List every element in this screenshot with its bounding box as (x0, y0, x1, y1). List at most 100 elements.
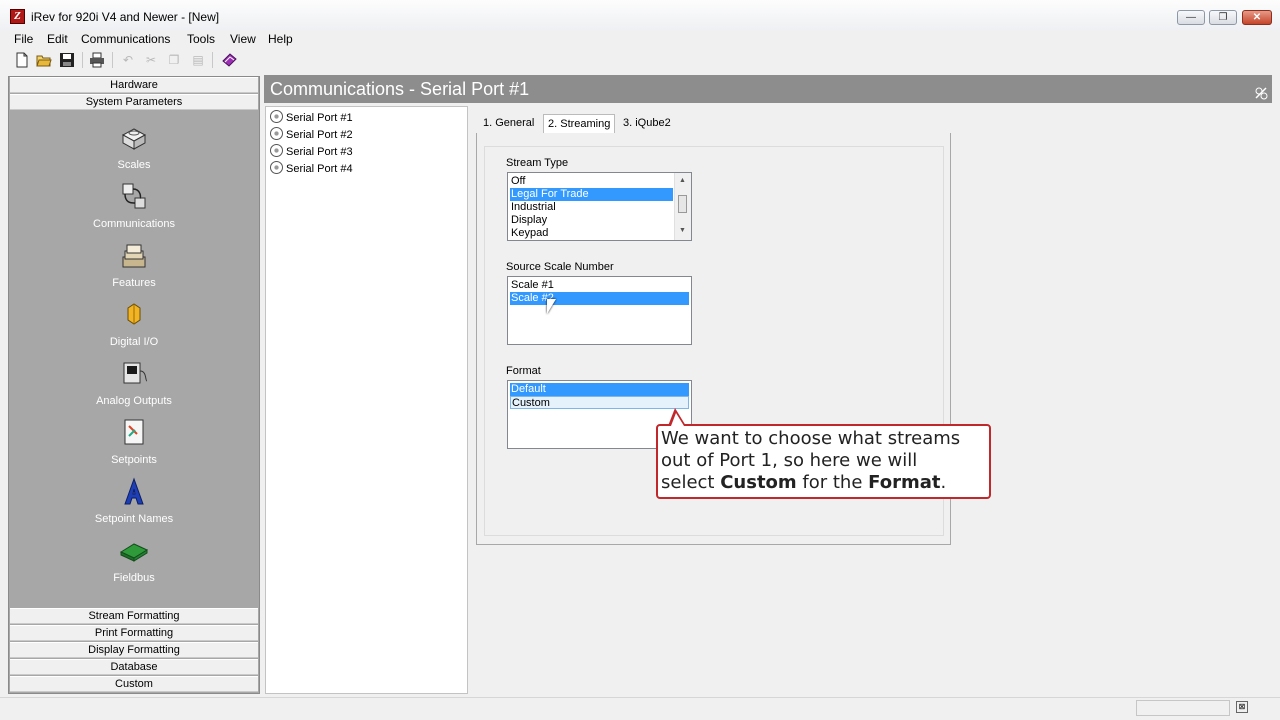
section-stream-formatting[interactable]: Stream Formatting (10, 608, 258, 624)
section-print-formatting[interactable]: Print Formatting (10, 625, 258, 641)
nav-label-setpoints: Setpoints (111, 454, 157, 466)
list-item[interactable]: Industrial (510, 201, 673, 214)
list-item[interactable]: Off (510, 175, 673, 188)
port-icon (270, 161, 283, 174)
page-title: Communications - Serial Port #1 (264, 75, 1272, 103)
undo-icon[interactable]: ↶ (120, 52, 136, 68)
list-item[interactable]: Scale #2 (510, 292, 689, 305)
nav-item-analog-outputs[interactable]: Analog Outputs (69, 357, 199, 407)
menu-file[interactable]: File (14, 32, 33, 46)
menu-view[interactable]: View (230, 32, 256, 46)
nav-label-digital-io: Digital I/O (109, 336, 159, 348)
tab-streaming[interactable]: 2. Streaming (543, 114, 616, 134)
section-custom[interactable]: Custom (10, 676, 258, 692)
format-label: Format (506, 365, 541, 377)
maximize-button[interactable]: ❐ (1209, 10, 1237, 25)
list-item[interactable]: Scale #1 (510, 279, 689, 292)
tab-general[interactable]: 1. General (479, 114, 538, 134)
toolbar: ↶ ✂ ❐ ▤ (0, 48, 1280, 72)
section-system-parameters[interactable]: System Parameters (10, 94, 258, 110)
tree-item-label: Serial Port #1 (286, 112, 353, 124)
title-bar: Z iRev for 920i V4 and Newer - [New] — ❐… (0, 0, 1280, 30)
scroll-up-icon[interactable]: ▲ (679, 177, 686, 184)
letter-a-icon (124, 477, 144, 505)
list-item[interactable]: Custom (510, 396, 689, 409)
mouse-cursor (547, 299, 556, 314)
navigation-panel: Hardware System Parameters Scales Commun… (8, 76, 260, 694)
callout-line-2: out of Port 1, so here we will (661, 450, 918, 471)
features-icon (122, 244, 146, 268)
minimize-button[interactable]: — (1177, 10, 1205, 25)
save-icon[interactable] (59, 52, 75, 68)
port-icon (270, 110, 283, 123)
nav-label-fieldbus: Fieldbus (113, 572, 155, 584)
nav-item-scales[interactable]: Scales (69, 121, 199, 171)
new-icon[interactable] (14, 52, 30, 68)
copy-icon[interactable]: ❐ (166, 52, 182, 68)
tree-item-serial-port-3[interactable]: Serial Port #3 (270, 144, 353, 159)
app-icon: Z (10, 9, 25, 24)
close-button[interactable]: ✕ (1242, 10, 1272, 25)
scales-icon (121, 128, 147, 150)
list-item[interactable]: Display (510, 214, 673, 227)
section-hardware[interactable]: Hardware (10, 77, 258, 93)
menu-communications[interactable]: Communications (81, 32, 170, 46)
callout-tail-fill (671, 413, 684, 426)
setpoints-icon (124, 419, 144, 445)
print-icon[interactable] (89, 52, 105, 68)
scroll-thumb[interactable] (678, 195, 687, 213)
list-item[interactable]: Keypad (510, 227, 673, 240)
context-help-icon[interactable] (1254, 81, 1268, 109)
page-title-text: Communications - Serial Port #1 (270, 79, 530, 99)
stream-type-listbox[interactable]: Off Legal For Trade Industrial Display K… (507, 172, 692, 241)
tree-item-serial-port-2[interactable]: Serial Port #2 (270, 127, 353, 142)
nav-item-communications[interactable]: Communications (69, 180, 199, 230)
window-title: iRev for 920i V4 and Newer - [New] (31, 10, 220, 24)
port-tree: Serial Port #1 Serial Port #2 Serial Por… (265, 106, 468, 694)
status-panel (1136, 700, 1230, 716)
nav-label-analog-outputs: Analog Outputs (96, 395, 172, 407)
tree-item-label: Serial Port #2 (286, 129, 353, 141)
callout-line-3: select Custom for the Format. (661, 472, 947, 493)
tree-item-serial-port-1[interactable]: Serial Port #1 (270, 110, 353, 125)
book-icon[interactable] (221, 52, 237, 68)
list-item[interactable]: Default (510, 383, 689, 396)
tree-item-label: Serial Port #3 (286, 146, 353, 158)
nav-item-fieldbus[interactable]: Fieldbus (69, 534, 199, 584)
section-display-formatting[interactable]: Display Formatting (10, 642, 258, 658)
tree-item-label: Serial Port #4 (286, 163, 353, 175)
nav-item-features[interactable]: Features (69, 239, 199, 289)
scroll-down-icon[interactable]: ▼ (679, 227, 686, 234)
communications-icon (122, 183, 146, 209)
nav-label-communications: Communications (93, 218, 175, 230)
analog-outputs-icon (123, 362, 148, 384)
menu-edit[interactable]: Edit (47, 32, 68, 46)
menu-help[interactable]: Help (268, 32, 293, 46)
status-bar: ⊠ (0, 697, 1280, 720)
stream-type-label: Stream Type (506, 157, 569, 169)
list-item[interactable]: Legal For Trade (510, 188, 673, 201)
open-icon[interactable] (36, 52, 52, 68)
fieldbus-icon (119, 543, 149, 562)
menu-tools[interactable]: Tools (187, 32, 215, 46)
tab-iqube2[interactable]: 3. iQube2 (619, 114, 675, 134)
nav-label-setpoint-names: Setpoint Names (94, 513, 174, 525)
nav-label-features: Features (112, 277, 156, 289)
nav-item-setpoint-names[interactable]: Setpoint Names (69, 475, 199, 525)
source-scale-label: Source Scale Number (506, 261, 614, 273)
section-database[interactable]: Database (10, 659, 258, 675)
tutorial-callout: We want to choose what streams out of Po… (656, 424, 991, 499)
nav-item-digital-io[interactable]: Digital I/O (69, 298, 199, 348)
digital-io-icon (127, 303, 141, 325)
stream-type-scrollbar[interactable]: ▲ ▼ (674, 173, 691, 240)
cut-icon[interactable]: ✂ (143, 52, 159, 68)
nav-item-setpoints[interactable]: Setpoints (69, 416, 199, 466)
source-scale-listbox[interactable]: Scale #1 Scale #2 (507, 276, 692, 345)
callout-line-1: We want to choose what streams (661, 428, 961, 449)
port-icon (270, 127, 283, 140)
port-icon (270, 144, 283, 157)
tree-item-serial-port-4[interactable]: Serial Port #4 (270, 161, 353, 176)
nav-label-scales: Scales (117, 159, 151, 171)
status-grip-icon[interactable]: ⊠ (1236, 701, 1248, 713)
paste-icon[interactable]: ▤ (190, 52, 206, 68)
